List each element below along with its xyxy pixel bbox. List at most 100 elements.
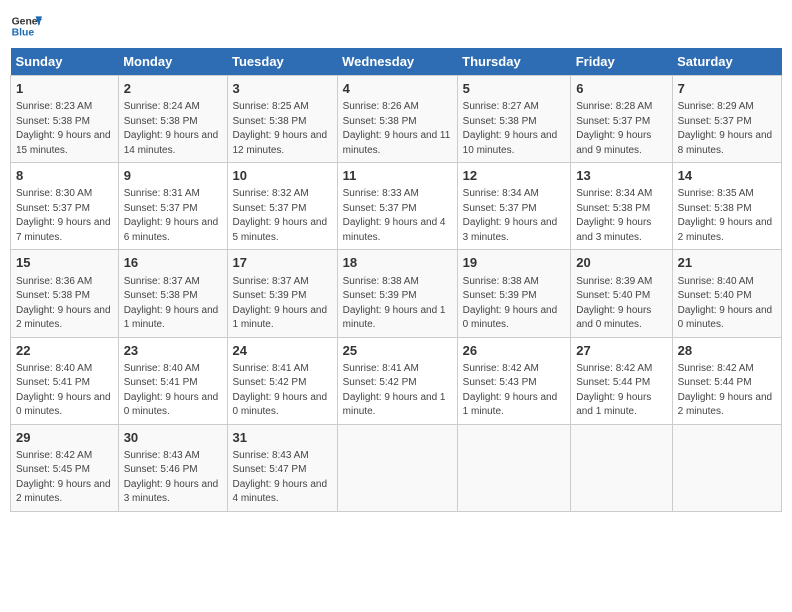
calendar-cell — [337, 424, 457, 511]
calendar-cell: 5 Sunrise: 8:27 AM Sunset: 5:38 PM Daylig… — [457, 76, 571, 163]
day-info: Sunrise: 8:43 AM Sunset: 5:47 PM Dayligh… — [233, 449, 332, 507]
day-number: 10 — [233, 167, 332, 185]
calendar-cell: 16Sunrise: 8:37 AM Sunset: 5:38 PM Dayli… — [118, 250, 227, 337]
day-info: Sunrise: 8:41 AM Sunset: 5:42 PM Dayligh… — [233, 362, 332, 420]
day-info: Sunrise: 8:40 AM Sunset: 5:41 PM Dayligh… — [16, 362, 113, 420]
day-number: 29 — [16, 429, 113, 447]
calendar-cell: 17Sunrise: 8:37 AM Sunset: 5:39 PM Dayli… — [227, 250, 337, 337]
day-info: Sunrise: 8:38 AM Sunset: 5:39 PM Dayligh… — [463, 275, 566, 333]
day-number: 13 — [576, 167, 666, 185]
day-info: Sunrise: 8:31 AM Sunset: 5:37 PM Dayligh… — [124, 187, 222, 245]
day-number: 20 — [576, 254, 666, 272]
day-info: Sunrise: 8:34 AM Sunset: 5:38 PM Dayligh… — [576, 187, 666, 245]
calendar-table: SundayMondayTuesdayWednesdayThursdayFrid… — [10, 48, 782, 512]
calendar-cell: 18Sunrise: 8:38 AM Sunset: 5:39 PM Dayli… — [337, 250, 457, 337]
day-number: 3 — [233, 80, 332, 98]
day-info: Sunrise: 8:25 AM Sunset: 5:38 PM Dayligh… — [233, 100, 332, 158]
day-number: 27 — [576, 342, 666, 360]
col-header-friday: Friday — [571, 48, 672, 76]
day-number: 23 — [124, 342, 222, 360]
calendar-cell: 27 Sunrise: 8:42 AM Sunset: 5:44 PM Dayli… — [571, 337, 672, 424]
day-number: 19 — [463, 254, 566, 272]
calendar-cell: 22 Sunrise: 8:40 AM Sunset: 5:41 PM Dayli… — [11, 337, 119, 424]
calendar-cell: 4 Sunrise: 8:26 AM Sunset: 5:38 PM Daylig… — [337, 76, 457, 163]
day-info: Sunrise: 8:29 AM Sunset: 5:37 PM Dayligh… — [678, 100, 776, 158]
day-info: Sunrise: 8:24 AM Sunset: 5:38 PM Dayligh… — [124, 100, 222, 158]
week-row-5: 29 Sunrise: 8:42 AM Sunset: 5:45 PM Dayli… — [11, 424, 782, 511]
day-info: Sunrise: 8:33 AM Sunset: 5:37 PM Dayligh… — [343, 187, 452, 245]
day-number: 28 — [678, 342, 776, 360]
day-info: Sunrise: 8:34 AM Sunset: 5:37 PM Dayligh… — [463, 187, 566, 245]
day-info: Sunrise: 8:38 AM Sunset: 5:39 PM Dayligh… — [343, 275, 452, 333]
day-info: Sunrise: 8:42 AM Sunset: 5:44 PM Dayligh… — [576, 362, 666, 420]
week-row-1: 1 Sunrise: 8:23 AM Sunset: 5:38 PM Daylig… — [11, 76, 782, 163]
day-number: 7 — [678, 80, 776, 98]
col-header-wednesday: Wednesday — [337, 48, 457, 76]
day-number: 22 — [16, 342, 113, 360]
day-number: 5 — [463, 80, 566, 98]
calendar-cell: 3 Sunrise: 8:25 AM Sunset: 5:38 PM Daylig… — [227, 76, 337, 163]
svg-text:Blue: Blue — [12, 28, 35, 39]
day-info: Sunrise: 8:27 AM Sunset: 5:38 PM Dayligh… — [463, 100, 566, 158]
day-number: 14 — [678, 167, 776, 185]
header-row: SundayMondayTuesdayWednesdayThursdayFrid… — [11, 48, 782, 76]
calendar-cell — [457, 424, 571, 511]
logo-icon: General Blue — [10, 10, 42, 42]
day-info: Sunrise: 8:41 AM Sunset: 5:42 PM Dayligh… — [343, 362, 452, 420]
calendar-cell: 24Sunrise: 8:41 AM Sunset: 5:42 PM Dayli… — [227, 337, 337, 424]
col-header-monday: Monday — [118, 48, 227, 76]
day-info: Sunrise: 8:42 AM Sunset: 5:44 PM Dayligh… — [678, 362, 776, 420]
week-row-4: 22 Sunrise: 8:40 AM Sunset: 5:41 PM Dayli… — [11, 337, 782, 424]
calendar-cell: 12 Sunrise: 8:34 AM Sunset: 5:37 PM Dayli… — [457, 163, 571, 250]
day-number: 6 — [576, 80, 666, 98]
calendar-cell: 21Sunrise: 8:40 AM Sunset: 5:40 PM Dayli… — [672, 250, 781, 337]
calendar-cell: 25 Sunrise: 8:41 AM Sunset: 5:42 PM Dayli… — [337, 337, 457, 424]
day-number: 11 — [343, 167, 452, 185]
calendar-cell: 1 Sunrise: 8:23 AM Sunset: 5:38 PM Daylig… — [11, 76, 119, 163]
day-info: Sunrise: 8:28 AM Sunset: 5:37 PM Dayligh… — [576, 100, 666, 158]
calendar-cell: 14 Sunrise: 8:35 AM Sunset: 5:38 PM Dayli… — [672, 163, 781, 250]
day-info: Sunrise: 8:32 AM Sunset: 5:37 PM Dayligh… — [233, 187, 332, 245]
day-number: 9 — [124, 167, 222, 185]
day-info: Sunrise: 8:36 AM Sunset: 5:38 PM Dayligh… — [16, 275, 113, 333]
logo: General Blue — [10, 10, 46, 42]
day-number: 1 — [16, 80, 113, 98]
calendar-cell — [571, 424, 672, 511]
day-info: Sunrise: 8:43 AM Sunset: 5:46 PM Dayligh… — [124, 449, 222, 507]
day-number: 30 — [124, 429, 222, 447]
calendar-cell: 7 Sunrise: 8:29 AM Sunset: 5:37 PM Daylig… — [672, 76, 781, 163]
calendar-cell: 10 Sunrise: 8:32 AM Sunset: 5:37 PM Dayli… — [227, 163, 337, 250]
col-header-saturday: Saturday — [672, 48, 781, 76]
calendar-cell: 8Sunrise: 8:30 AM Sunset: 5:37 PM Daylig… — [11, 163, 119, 250]
header: General Blue — [10, 10, 782, 42]
calendar-cell: 20Sunrise: 8:39 AM Sunset: 5:40 PM Dayli… — [571, 250, 672, 337]
calendar-cell: 28 Sunrise: 8:42 AM Sunset: 5:44 PM Dayli… — [672, 337, 781, 424]
day-info: Sunrise: 8:40 AM Sunset: 5:41 PM Dayligh… — [124, 362, 222, 420]
calendar-cell: 30 Sunrise: 8:43 AM Sunset: 5:46 PM Dayli… — [118, 424, 227, 511]
day-info: Sunrise: 8:23 AM Sunset: 5:38 PM Dayligh… — [16, 100, 113, 158]
calendar-cell: 6 Sunrise: 8:28 AM Sunset: 5:37 PM Daylig… — [571, 76, 672, 163]
day-number: 4 — [343, 80, 452, 98]
day-info: Sunrise: 8:35 AM Sunset: 5:38 PM Dayligh… — [678, 187, 776, 245]
calendar-cell: 15 Sunrise: 8:36 AM Sunset: 5:38 PM Dayli… — [11, 250, 119, 337]
day-info: Sunrise: 8:37 AM Sunset: 5:38 PM Dayligh… — [124, 275, 222, 333]
day-number: 2 — [124, 80, 222, 98]
calendar-cell: 23 Sunrise: 8:40 AM Sunset: 5:41 PM Dayli… — [118, 337, 227, 424]
calendar-cell — [672, 424, 781, 511]
calendar-cell: 9 Sunrise: 8:31 AM Sunset: 5:37 PM Daylig… — [118, 163, 227, 250]
calendar-cell: 13 Sunrise: 8:34 AM Sunset: 5:38 PM Dayli… — [571, 163, 672, 250]
day-number: 17 — [233, 254, 332, 272]
day-info: Sunrise: 8:42 AM Sunset: 5:43 PM Dayligh… — [463, 362, 566, 420]
calendar-cell: 29 Sunrise: 8:42 AM Sunset: 5:45 PM Dayli… — [11, 424, 119, 511]
day-number: 12 — [463, 167, 566, 185]
day-number: 15 — [16, 254, 113, 272]
week-row-2: 8Sunrise: 8:30 AM Sunset: 5:37 PM Daylig… — [11, 163, 782, 250]
calendar-cell: 31Sunrise: 8:43 AM Sunset: 5:47 PM Dayli… — [227, 424, 337, 511]
day-number: 25 — [343, 342, 452, 360]
day-info: Sunrise: 8:40 AM Sunset: 5:40 PM Dayligh… — [678, 275, 776, 333]
calendar-cell: 11 Sunrise: 8:33 AM Sunset: 5:37 PM Dayli… — [337, 163, 457, 250]
col-header-sunday: Sunday — [11, 48, 119, 76]
week-row-3: 15 Sunrise: 8:36 AM Sunset: 5:38 PM Dayli… — [11, 250, 782, 337]
day-info: Sunrise: 8:42 AM Sunset: 5:45 PM Dayligh… — [16, 449, 113, 507]
day-info: Sunrise: 8:26 AM Sunset: 5:38 PM Dayligh… — [343, 100, 452, 158]
